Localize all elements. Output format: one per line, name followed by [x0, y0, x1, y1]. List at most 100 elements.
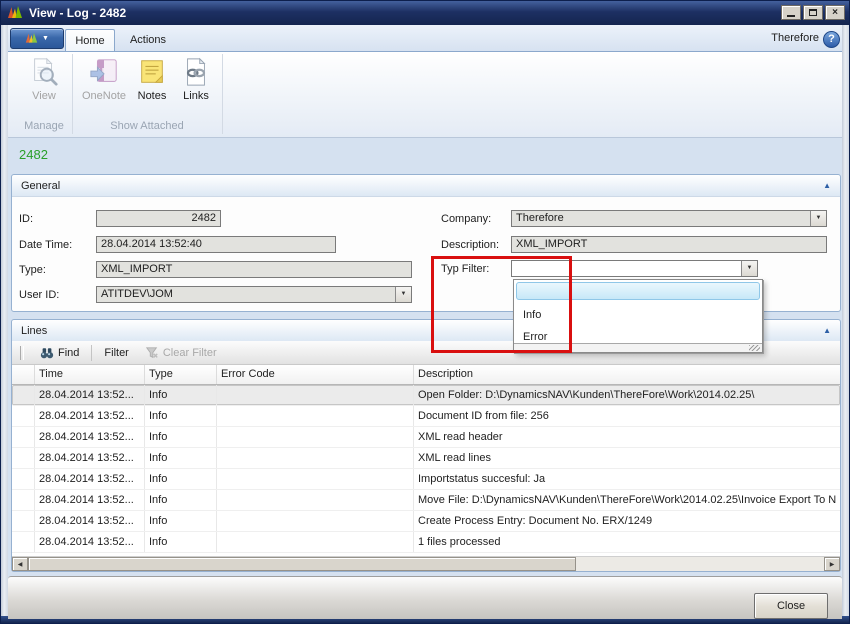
- table-header: Time Type Error Code Description: [12, 365, 840, 385]
- find-button[interactable]: Find: [32, 344, 87, 362]
- scroll-right-button[interactable]: ▶: [824, 557, 840, 571]
- window-frame-right: [842, 25, 849, 616]
- table-row[interactable]: 28.04.2014 13:52... Info Document ID fro…: [12, 406, 840, 427]
- cell-time: 28.04.2014 13:52...: [35, 532, 145, 552]
- id-field[interactable]: 2482: [96, 210, 221, 227]
- user-id-value: ATITDEV\JOM: [101, 288, 173, 300]
- maximize-button[interactable]: [803, 5, 823, 20]
- cell-type: Info: [145, 406, 217, 426]
- user-id-field[interactable]: ATITDEV\JOM ▼: [96, 286, 412, 303]
- row-selector[interactable]: [12, 448, 35, 468]
- table-row[interactable]: 28.04.2014 13:52... Info XML read lines: [12, 448, 840, 469]
- filter-button[interactable]: Filter: [96, 345, 136, 361]
- view-button-label: View: [32, 90, 56, 102]
- table-row[interactable]: 28.04.2014 13:52... Info Move File: D:\D…: [12, 490, 840, 511]
- close-button[interactable]: Close: [754, 593, 828, 619]
- row-selector[interactable]: [12, 532, 35, 552]
- cell-time: 28.04.2014 13:52...: [35, 511, 145, 531]
- table-row[interactable]: 28.04.2014 13:52... Info XML read header: [12, 427, 840, 448]
- help-button[interactable]: ?: [823, 31, 840, 48]
- clear-filter-button[interactable]: Clear Filter: [137, 344, 225, 362]
- lines-section: Lines ▲ Find Filter: [11, 319, 841, 572]
- table-row[interactable]: 28.04.2014 13:52... Info Create Process …: [12, 511, 840, 532]
- cell-description: Document ID from file: 256: [414, 406, 840, 426]
- row-selector[interactable]: [12, 511, 35, 531]
- minimize-button[interactable]: [781, 5, 801, 20]
- onenote-icon: N: [89, 57, 119, 87]
- general-section-header[interactable]: General ▲: [12, 175, 840, 197]
- scroll-right-icon: ▶: [830, 561, 835, 568]
- cell-type: Info: [145, 511, 217, 531]
- table-row[interactable]: 28.04.2014 13:52... Info Importstatus su…: [12, 469, 840, 490]
- column-header-type[interactable]: Type: [145, 365, 217, 384]
- column-header-error-code[interactable]: Error Code: [217, 365, 414, 384]
- cell-description: Importstatus succesful: Ja: [414, 469, 840, 489]
- typ-filter-dropdown-button[interactable]: ▼: [741, 261, 757, 276]
- cell-error-code: [217, 490, 414, 510]
- close-window-button[interactable]: ×: [825, 5, 845, 20]
- cell-time: 28.04.2014 13:52...: [35, 406, 145, 426]
- tab-actions[interactable]: Actions: [119, 29, 177, 51]
- dropdown-resize-grip[interactable]: [514, 343, 762, 352]
- row-selector[interactable]: [12, 406, 35, 426]
- cell-description: Open Folder: D:\DynamicsNAV\Kunden\There…: [414, 385, 840, 405]
- view-button[interactable]: View: [20, 56, 68, 114]
- table-body: 28.04.2014 13:52... Info Open Folder: D:…: [12, 385, 840, 556]
- collapse-chevron-icon[interactable]: ▲: [823, 182, 831, 190]
- table-row[interactable]: 28.04.2014 13:52... Info Open Folder: D:…: [12, 385, 840, 406]
- brand-label: Therefore: [771, 32, 819, 44]
- cell-time: 28.04.2014 13:52...: [35, 490, 145, 510]
- company-value: Therefore: [516, 212, 564, 224]
- clear-filter-icon: [145, 346, 159, 360]
- column-header-time[interactable]: Time: [35, 365, 145, 384]
- row-selector[interactable]: [12, 385, 35, 405]
- cell-description: Create Process Entry: Document No. ERX/1…: [414, 511, 840, 531]
- scroll-left-button[interactable]: ◀: [12, 557, 28, 571]
- clear-filter-button-label: Clear Filter: [163, 347, 217, 359]
- scrollbar-thumb[interactable]: [28, 557, 576, 571]
- column-header-description[interactable]: Description: [414, 365, 840, 384]
- links-button[interactable]: Links: [174, 56, 218, 114]
- chevron-down-icon: ▼: [816, 211, 822, 226]
- row-selector[interactable]: [12, 469, 35, 489]
- toolbar-grip: [20, 346, 24, 360]
- column-header-selector[interactable]: [12, 365, 35, 384]
- filter-button-label: Filter: [104, 347, 128, 359]
- horizontal-scrollbar[interactable]: ◀ ▶: [12, 556, 840, 571]
- description-label: Description:: [441, 239, 499, 251]
- tab-actions-label: Actions: [130, 34, 166, 46]
- cell-time: 28.04.2014 13:52...: [35, 469, 145, 489]
- row-selector[interactable]: [12, 490, 35, 510]
- cell-time: 28.04.2014 13:52...: [35, 448, 145, 468]
- notes-button[interactable]: Notes: [132, 56, 172, 114]
- table-row[interactable]: 28.04.2014 13:52... Info 1 files process…: [12, 532, 840, 553]
- tab-home-label: Home: [75, 35, 104, 47]
- help-icon: ?: [828, 33, 835, 45]
- toolbar-separator: [91, 345, 92, 361]
- dropdown-option-info[interactable]: Info: [514, 304, 762, 326]
- typ-filter-label: Typ Filter:: [441, 263, 489, 275]
- typ-filter-field[interactable]: ▼: [511, 260, 758, 277]
- lines-section-title: Lines: [21, 325, 47, 337]
- application-menu-button[interactable]: ▼: [10, 28, 64, 49]
- collapse-chevron-icon[interactable]: ▲: [823, 327, 831, 335]
- row-selector[interactable]: [12, 427, 35, 447]
- description-field[interactable]: XML_IMPORT: [511, 236, 827, 253]
- ribbon-group-separator: [222, 54, 223, 134]
- binoculars-icon: [40, 346, 54, 360]
- onenote-button[interactable]: N OneNote: [78, 56, 130, 114]
- company-label: Company:: [441, 213, 491, 225]
- chevron-down-icon: ▼: [747, 261, 753, 276]
- date-time-field[interactable]: 28.04.2014 13:52:40: [96, 236, 336, 253]
- type-label: Type:: [19, 264, 46, 276]
- company-field[interactable]: Therefore ▼: [511, 210, 827, 227]
- user-id-dropdown-button[interactable]: ▼: [395, 287, 411, 302]
- dropdown-option-blank[interactable]: [516, 282, 760, 300]
- cell-type: Info: [145, 469, 217, 489]
- notes-icon: [137, 57, 167, 87]
- tab-home[interactable]: Home: [65, 29, 115, 51]
- type-field[interactable]: XML_IMPORT: [96, 261, 412, 278]
- close-button-label: Close: [777, 600, 805, 612]
- chevron-down-icon: ▼: [42, 35, 49, 42]
- company-dropdown-button[interactable]: ▼: [810, 211, 826, 226]
